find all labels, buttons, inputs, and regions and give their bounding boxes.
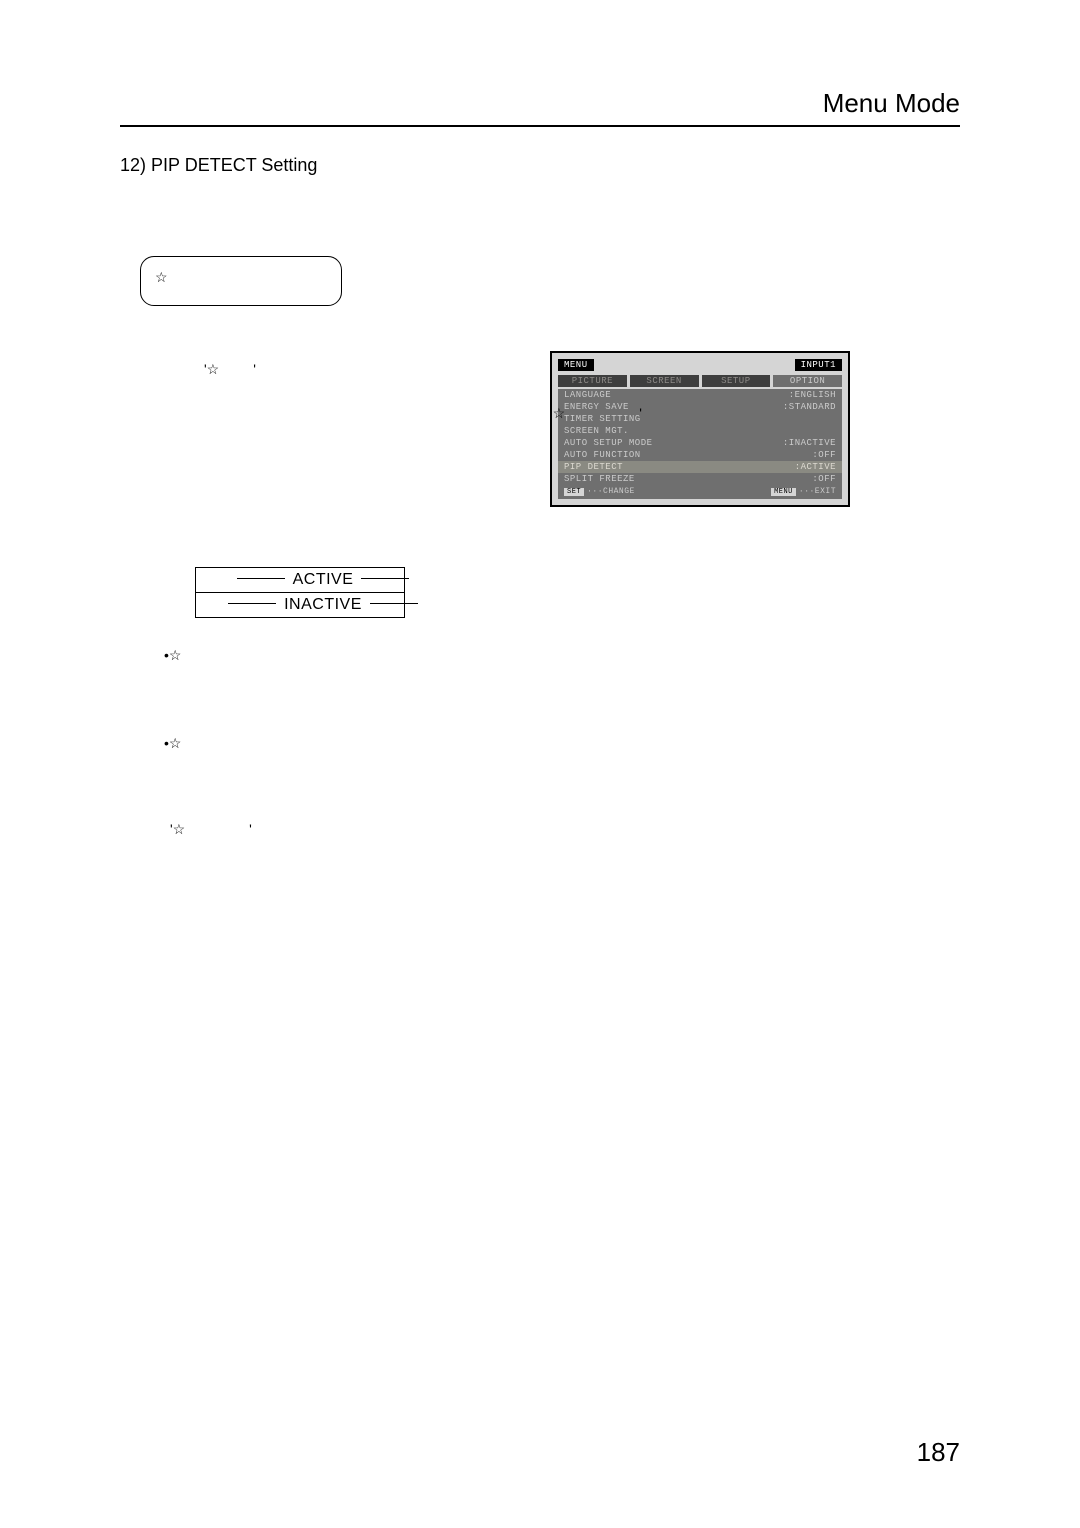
- bullet-1: •☆: [164, 646, 420, 666]
- star-icon: ☆: [155, 269, 168, 286]
- content-row: ☆ '☆' '☆' ACTIVE INACTIVE •☆: [120, 256, 960, 838]
- osd-body: LANGUAGE :ENGLISH ENERGY SAVE :STANDARD …: [558, 389, 842, 485]
- left-column: ☆ '☆' '☆' ACTIVE INACTIVE •☆: [120, 256, 420, 838]
- row-language-key: LANGUAGE: [564, 390, 611, 400]
- osd-tabs: PICTURE SCREEN SETUP OPTION: [558, 375, 842, 387]
- row-pip-val: :ACTIVE: [795, 462, 836, 472]
- page-number: 187: [917, 1437, 960, 1468]
- bullet-2: •☆: [164, 734, 420, 754]
- input-badge: INPUT1: [795, 359, 842, 371]
- tab-setup[interactable]: SETUP: [702, 375, 771, 387]
- row-screenmgt-key: SCREEN MGT.: [564, 426, 629, 436]
- row-autofunc-val: :OFF: [812, 450, 836, 460]
- tab-screen[interactable]: SCREEN: [630, 375, 699, 387]
- inactive-label: INACTIVE: [122, 596, 524, 614]
- active-row: ACTIVE: [195, 567, 405, 593]
- manual-page: Menu Mode 12) PIP DETECT Setting ☆ '☆' '…: [0, 0, 1080, 1528]
- small-rounded-box: ☆: [140, 256, 342, 306]
- active-label: ACTIVE: [122, 571, 524, 589]
- header-title: Menu Mode: [120, 88, 960, 125]
- footer-menu: MENU ···EXIT: [771, 487, 836, 496]
- section-heading: 12) PIP DETECT Setting: [120, 155, 960, 176]
- row-pip-key: PIP DETECT: [564, 462, 623, 472]
- footer-set-text: ···CHANGE: [587, 487, 635, 496]
- inactive-row: INACTIVE: [195, 593, 405, 618]
- osd-footer: SET ···CHANGE MENU ···EXIT: [558, 485, 842, 499]
- active-inactive-box: ACTIVE INACTIVE: [195, 567, 405, 618]
- row-autofunc-key: AUTO FUNCTION: [564, 450, 641, 460]
- row-auto-setup-mode[interactable]: AUTO SETUP MODE :INACTIVE: [558, 437, 842, 449]
- osd-top-row: MENU INPUT1: [558, 359, 842, 371]
- row-split-key: SPLIT FREEZE: [564, 474, 635, 484]
- row-pip-detect[interactable]: PIP DETECT :ACTIVE: [558, 461, 842, 473]
- right-column: MENU INPUT1 PICTURE SCREEN SETUP OPTION …: [550, 351, 860, 507]
- footer-set: SET ···CHANGE: [564, 487, 635, 496]
- bullet-list: •☆ •☆: [164, 646, 420, 753]
- row-split-freeze[interactable]: SPLIT FREEZE :OFF: [558, 473, 842, 485]
- row-language[interactable]: LANGUAGE :ENGLISH: [558, 389, 842, 401]
- footer-menu-text: ···EXIT: [799, 487, 836, 496]
- quote-placeholder-1: '☆': [200, 361, 256, 378]
- quote-placeholder-3: '☆ ': [170, 821, 420, 838]
- menu-badge: MENU: [558, 359, 594, 371]
- tab-option[interactable]: OPTION: [773, 375, 842, 387]
- footer-set-key: SET: [564, 488, 584, 496]
- tab-picture[interactable]: PICTURE: [558, 375, 627, 387]
- row-language-val: :ENGLISH: [789, 390, 836, 400]
- row-screen-mgt[interactable]: SCREEN MGT.: [558, 425, 842, 437]
- osd-menu: MENU INPUT1 PICTURE SCREEN SETUP OPTION …: [558, 359, 842, 499]
- header-rule: [120, 125, 960, 127]
- row-split-val: :OFF: [812, 474, 836, 484]
- osd-outer-frame: MENU INPUT1 PICTURE SCREEN SETUP OPTION …: [550, 351, 850, 507]
- row-auto-function[interactable]: AUTO FUNCTION :OFF: [558, 449, 842, 461]
- quote-placeholders: '☆' '☆': [120, 361, 420, 422]
- footer-menu-key: MENU: [771, 488, 796, 496]
- row-autosetup-key: AUTO SETUP MODE: [564, 438, 653, 448]
- row-autosetup-val: :INACTIVE: [783, 438, 836, 448]
- quote-placeholder-2: '☆': [550, 405, 642, 422]
- row-energy-val: :STANDARD: [783, 402, 836, 412]
